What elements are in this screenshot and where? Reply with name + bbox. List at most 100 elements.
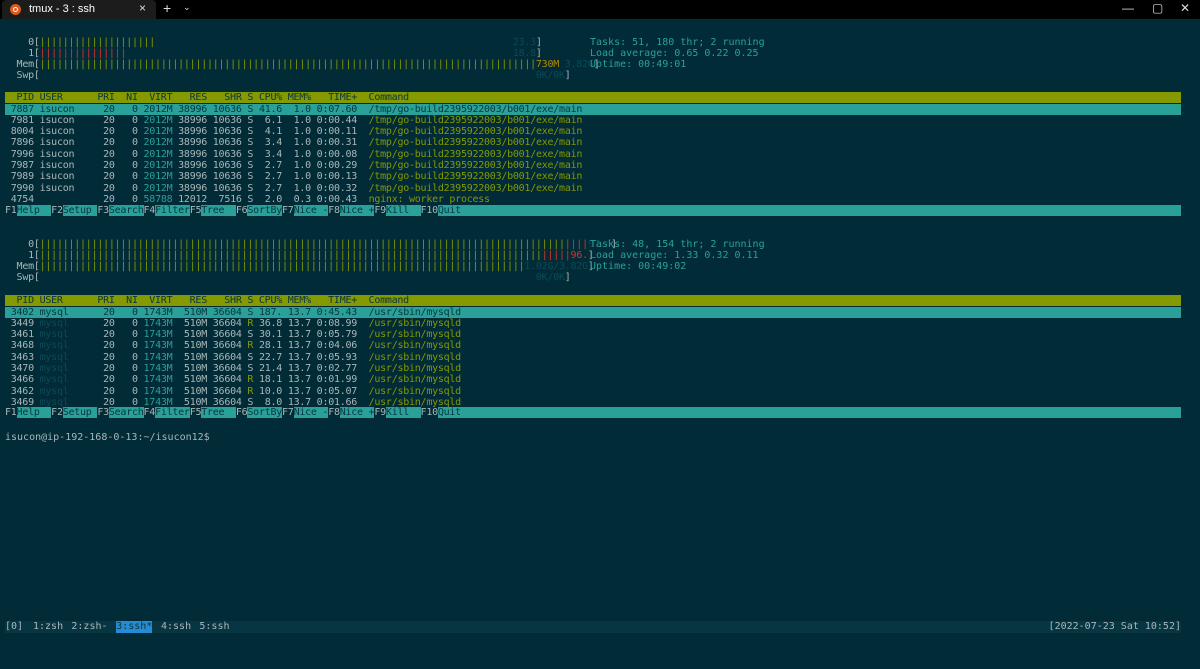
fkey-label[interactable]: Nice + (340, 205, 375, 216)
process-pri: 20 (91, 148, 115, 160)
process-row[interactable]: 7996 isucon 20 0 2012M 38996 10636 S 3.4… (5, 148, 583, 160)
process-row[interactable]: 3463 mysql 20 0 1743M 510M 36604 S 22.7 … (5, 352, 461, 363)
process-row[interactable]: 4754 20 0 58788 12012 7516 S 2.0 0.3 0:0… (5, 194, 490, 205)
fkey-f7[interactable]: F7 (282, 407, 294, 418)
process-row[interactable]: 7896 isucon 20 0 2012M 38996 10636 S 3.4… (5, 137, 583, 149)
process-virt: 58788 (137, 193, 173, 205)
process-cpu: 3.4 (253, 137, 283, 149)
fkey-f4[interactable]: F4 (143, 205, 155, 216)
fkey-f10[interactable]: F10 (420, 407, 438, 418)
process-command: /tmp/go-build2395922003/b001/exe/main (357, 160, 583, 171)
process-res: 38996 (172, 182, 208, 194)
fkey-f3[interactable]: F3 (97, 407, 109, 418)
function-key-bar[interactable]: F1Help F2Setup F3SearchF4FilterF5Tree F6… (5, 407, 1181, 418)
fkey-label[interactable]: Kill (386, 407, 421, 418)
fkey-f2[interactable]: F2 (51, 205, 63, 216)
process-table-header[interactable]: PID USER PRI NI VIRT RES SHR S CPU% MEM%… (5, 295, 1181, 306)
process-pri: 20 (91, 137, 115, 149)
shell-prompt[interactable]: isucon@ip-192-168-0-13:~/isucon12$ (5, 432, 210, 443)
fkey-label[interactable]: Setup (63, 407, 98, 418)
chevron-down-icon[interactable]: ⌄ (183, 2, 191, 13)
fkey-label[interactable]: Help (17, 407, 52, 418)
process-row[interactable]: 3470 mysql 20 0 1743M 510M 36604 S 21.4 … (5, 363, 461, 374)
fkey-f8[interactable]: F8 (328, 205, 340, 216)
process-res: 12012 (172, 193, 208, 205)
tmux-window-4[interactable]: 4:ssh (161, 621, 191, 633)
fkey-f9[interactable]: F9 (374, 205, 386, 216)
fkey-f10[interactable]: F10 (420, 205, 438, 216)
fkey-label[interactable]: Nice - (294, 205, 329, 216)
fkey-label[interactable]: Nice + (340, 407, 375, 418)
minimize-button[interactable]: — (1122, 1, 1134, 15)
process-mem: 1.0 (282, 148, 312, 160)
fkey-label[interactable]: Quit (438, 407, 473, 418)
process-user: mysql (33, 306, 92, 318)
fkey-label[interactable]: Kill (386, 205, 421, 216)
fkey-label[interactable]: Filter (155, 205, 190, 216)
fkey-label[interactable]: Tree (201, 407, 236, 418)
process-row[interactable]: 7887 isucon 20 0 2012M 38996 10636 S 41.… (5, 103, 1181, 115)
new-tab-button[interactable]: + (163, 0, 171, 16)
fkey-f6[interactable]: F6 (235, 205, 248, 216)
fkey-f9[interactable]: F9 (374, 407, 386, 418)
close-tab-icon[interactable]: × (139, 1, 146, 15)
tmux-window-1[interactable]: 1:zsh (33, 621, 63, 633)
process-cpu: 3.4 (253, 148, 283, 160)
tmux-window-2[interactable]: 2:zsh- (71, 621, 107, 633)
fkey-label[interactable]: Tree (201, 205, 236, 216)
fkey-f1[interactable]: F1 (5, 205, 17, 216)
terminal-tab[interactable]: tmux - 3 : ssh × (2, 0, 156, 19)
fkey-label[interactable]: Search (109, 205, 144, 216)
fkey-f5[interactable]: F5 (189, 205, 201, 216)
fkey-f4[interactable]: F4 (143, 407, 155, 418)
process-row[interactable]: 3449 mysql 20 0 1743M 510M 36604 R 36.8 … (5, 318, 461, 329)
process-table-header[interactable]: PID USER PRI NI VIRT RES SHR S CPU% MEM%… (5, 92, 1181, 103)
process-row[interactable]: 3402 mysql 20 0 1743M 510M 36604 S 187. … (5, 306, 1181, 318)
maximize-button[interactable]: ▢ (1152, 1, 1163, 15)
process-pid: 3461 (5, 329, 34, 341)
fkey-label[interactable]: Setup (63, 205, 98, 216)
fkey-f8[interactable]: F8 (328, 407, 340, 418)
process-state: S (241, 148, 254, 160)
function-key-bar[interactable]: F1Help F2Setup F3SearchF4FilterF5Tree F6… (5, 205, 1181, 216)
fkey-f1[interactable]: F1 (5, 407, 17, 418)
process-pri: 20 (91, 340, 115, 352)
process-row[interactable]: 3462 mysql 20 0 1743M 510M 36604 R 10.0 … (5, 386, 461, 397)
fkey-label[interactable]: Quit (438, 205, 473, 216)
process-row[interactable]: 3468 mysql 20 0 1743M 510M 36604 R 28.1 … (5, 340, 461, 351)
process-shr: 36604 (207, 385, 242, 397)
process-user: mysql (33, 317, 92, 329)
fkey-label[interactable]: Nice - (294, 407, 329, 418)
process-state: S (241, 363, 254, 374)
fkey-label[interactable]: Filter (155, 407, 190, 418)
process-row[interactable]: 3466 mysql 20 0 1743M 510M 36604 R 18.1 … (5, 374, 461, 385)
fkey-f3[interactable]: F3 (97, 205, 109, 216)
tmux-window-3[interactable]: 3:ssh* (116, 621, 153, 633)
fkey-label[interactable]: SortBy (247, 205, 282, 216)
fkey-f7[interactable]: F7 (282, 205, 294, 216)
fkey-f6[interactable]: F6 (235, 407, 248, 418)
process-row[interactable]: 7987 isucon 20 0 2012M 38996 10636 S 2.7… (5, 160, 583, 171)
process-shr: 36604 (207, 306, 242, 318)
process-row[interactable]: 7990 isucon 20 0 2012M 38996 10636 S 2.7… (5, 182, 583, 194)
window-titlebar: tmux - 3 : ssh × + ⌄ — ▢ ✕ (0, 0, 1200, 19)
process-row[interactable]: 3461 mysql 20 0 1743M 510M 36604 S 30.1 … (5, 329, 461, 340)
process-state: R (241, 317, 254, 329)
fkey-f2[interactable]: F2 (51, 407, 63, 418)
process-shr: 10636 (207, 103, 242, 115)
fkey-label[interactable]: SortBy (247, 407, 282, 418)
process-virt: 1743M (137, 340, 173, 352)
fkey-label[interactable]: Search (109, 407, 144, 418)
fkey-f5[interactable]: F5 (189, 407, 201, 418)
process-row[interactable]: 7989 isucon 20 0 2012M 38996 10636 S 2.7… (5, 171, 583, 182)
cpu1-meter: 1[||||||||||||||||||||||||||||||||||||||… (28, 250, 594, 261)
process-user: mysql (33, 363, 92, 374)
process-row[interactable]: 8004 isucon 20 0 2012M 38996 10636 S 4.1… (5, 126, 583, 137)
fkey-label[interactable]: Help (17, 205, 52, 216)
process-command: /usr/sbin/mysqld (357, 363, 462, 374)
process-mem: 1.0 (282, 103, 312, 115)
process-row[interactable]: 7981 isucon 20 0 2012M 38996 10636 S 6.1… (5, 115, 583, 126)
tmux-window-5[interactable]: 5:ssh (199, 621, 229, 633)
process-user: mysql (33, 385, 92, 397)
close-window-button[interactable]: ✕ (1180, 1, 1190, 15)
